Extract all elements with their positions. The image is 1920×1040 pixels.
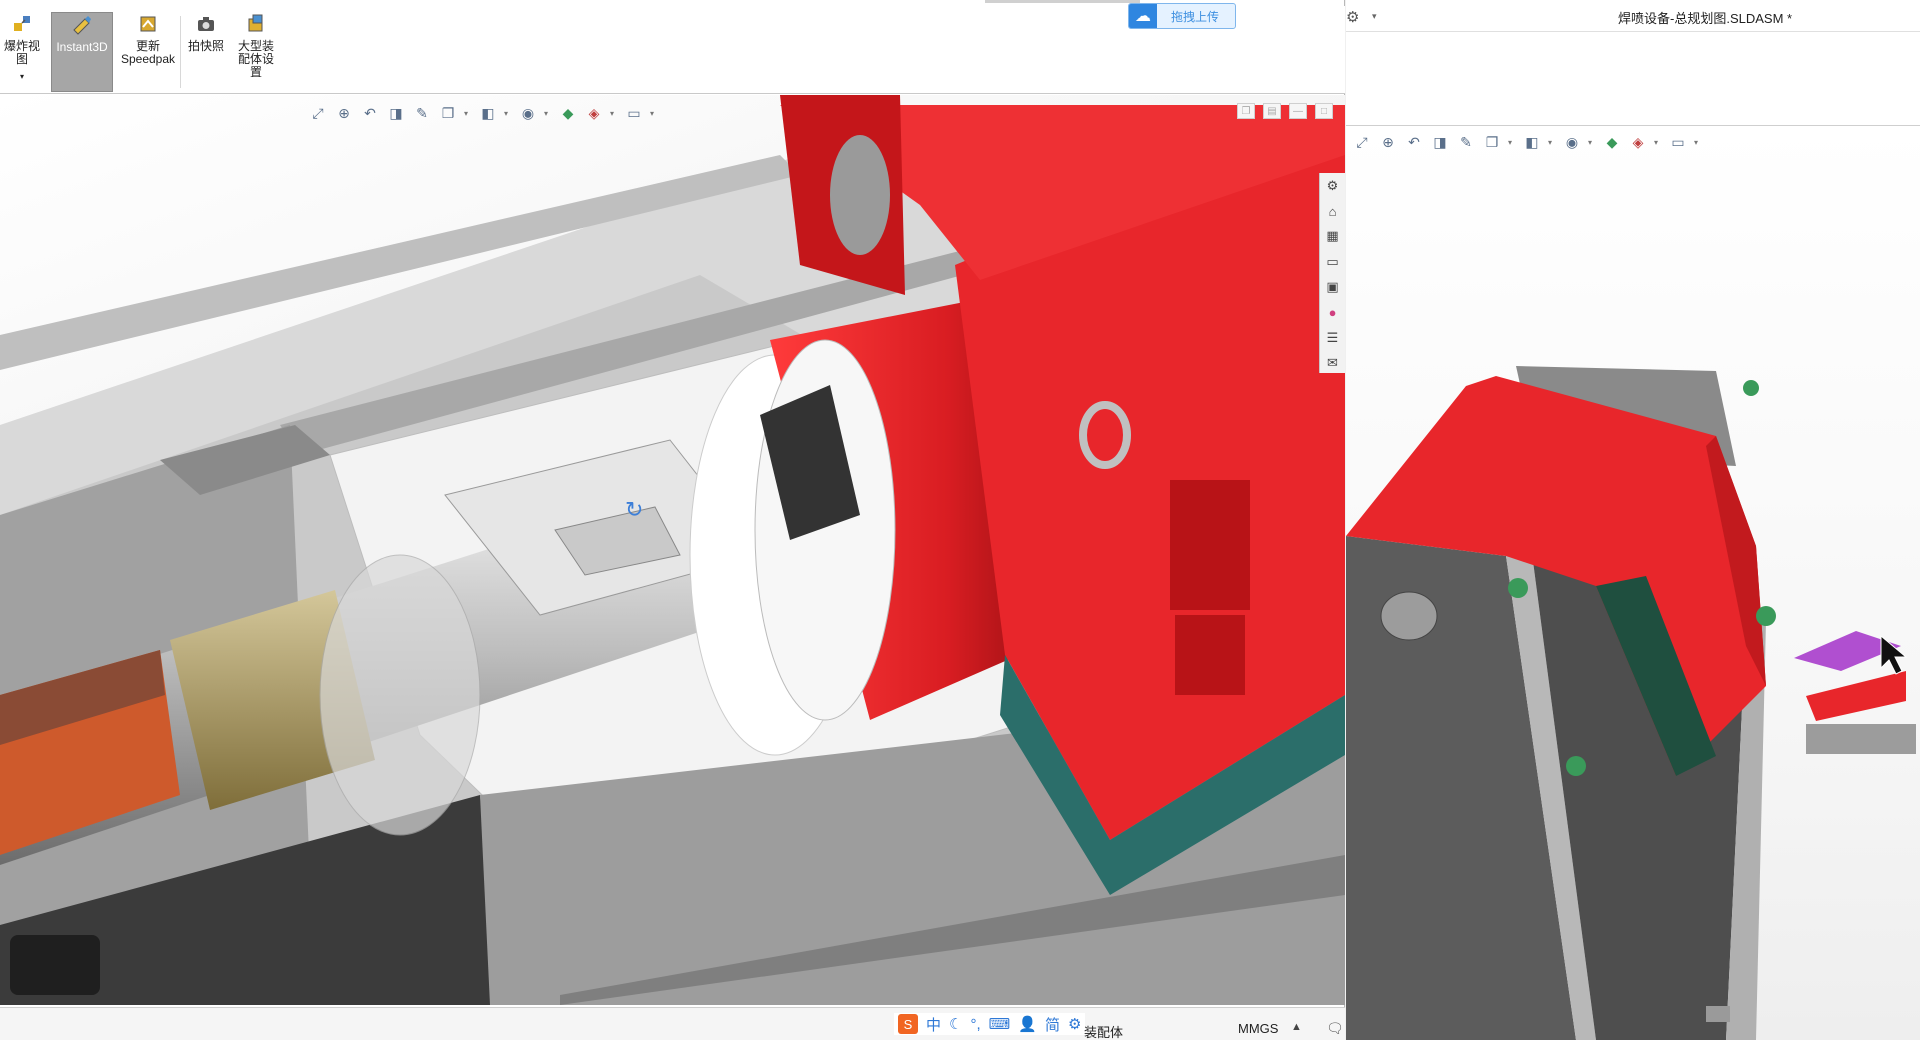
title-bar: ⚙ ▾ 焊喷设备-总规划图.SLDASM * [1346,0,1920,32]
apply-scene-icon[interactable]: ◈ [1628,132,1648,152]
heads-up-view-toolbar-right: ⤢ ⊕ ↶ ◨ ✎ ❐ ▾ ◧ ▾ ◉ ▾ ◆ ◈ ▾ ▭ ▾ [1352,132,1702,152]
drag-upload-button[interactable]: ☁ 拖拽上传 [1128,3,1236,29]
chevron-down-icon[interactable]: ▾ [464,109,472,118]
punctuation-icon[interactable]: °, [970,1016,980,1033]
view-palette-icon[interactable]: ▣ [1323,278,1343,297]
sogou-ime-logo-icon[interactable]: S [898,1014,918,1034]
view-settings-icon[interactable]: ▭ [624,103,644,123]
chevron-down-icon[interactable]: ▾ [504,109,512,118]
view-settings-icon[interactable]: ▭ [1668,132,1688,152]
explode-view-button[interactable]: 爆炸视图 ▾ [2,12,42,92]
section-view-icon[interactable]: ◨ [386,103,406,123]
dynamic-annotation-icon[interactable]: ✎ [1456,132,1476,152]
edit-appearance-icon[interactable]: ◆ [558,103,578,123]
ime-toolbar: S 中 ☾ °, ⌨ 👤 简 ⚙ [894,1013,1086,1035]
dynamic-annotation-icon[interactable]: ✎ [412,103,432,123]
zoom-to-fit-icon[interactable]: ⤢ [308,103,328,123]
ribbon-separator [180,16,181,88]
chevron-down-icon[interactable]: ▾ [1588,138,1596,147]
hide-show-items-icon[interactable]: ◉ [518,103,538,123]
chevron-down-icon[interactable]: ▾ [610,109,618,118]
update-speedpak-label-2: Speedpak [120,52,176,66]
document-title: 焊喷设备-总规划图.SLDASM * [1618,11,1793,26]
gear-icon[interactable]: ⚙ [1346,8,1359,26]
graphics-area-left[interactable]: ↻ ⤢ ⊕ ↶ ◨ ✎ ❐ ▾ ◧ ▾ ◉ ▾ ◆ ◈ ▾ ▭ ▾ ❐ ▤ — … [0,95,1345,1005]
restore-icon[interactable]: ❐ [1237,103,1255,119]
explode-view-icon [10,12,34,36]
keyboard-icon[interactable]: ⌨ [989,1015,1011,1033]
chevron-down-icon[interactable]: ▾ [1694,138,1702,147]
graphics-area-right[interactable]: ⤢ ⊕ ↶ ◨ ✎ ❐ ▾ ◧ ▾ ◉ ▾ ◆ ◈ ▾ ▭ ▾ [1346,126,1920,1040]
ime-simplified-mode[interactable]: 简 [1045,1014,1060,1035]
design-library-icon[interactable]: ▦ [1323,227,1343,246]
assembly-overview-render [1346,366,1916,1040]
help-icon[interactable]: 🗨 [1326,1020,1344,1037]
view-orientation-icon[interactable]: ❐ [438,103,458,123]
speedpak-icon [136,12,160,36]
solidworks-resources-icon[interactable]: ⚙ [1323,176,1343,195]
section-view-icon[interactable]: ◨ [1430,132,1450,152]
document-type-label: 装配体 [1084,1025,1124,1040]
zoom-area-icon[interactable]: ⊕ [334,103,354,123]
command-manager-ribbon-right [1346,32,1920,126]
units-caret-icon[interactable]: ▲ [1291,1021,1302,1033]
update-speedpak-button[interactable]: 更新 Speedpak [119,12,177,92]
tile-icon[interactable]: ▤ [1263,103,1281,119]
units-selector[interactable]: MMGS [1238,1021,1278,1036]
minimize-icon[interactable]: — [1289,103,1307,119]
heads-up-view-toolbar: ⤢ ⊕ ↶ ◨ ✎ ❐ ▾ ◧ ▾ ◉ ▾ ◆ ◈ ▾ ▭ ▾ [308,101,658,125]
assembly-model-render: ↻ [0,95,1345,1005]
view-orientation-icon[interactable]: ❐ [1482,132,1502,152]
ime-chinese-mode[interactable]: 中 [926,1014,941,1035]
large-assembly-label-3: 置 [249,65,262,79]
chevron-down-icon[interactable]: ▾ [544,109,552,118]
edit-appearance-icon[interactable]: ◆ [1602,132,1622,152]
chevron-down-icon[interactable]: ▾ [1548,138,1556,147]
task-pane-tabs: ⚙ ⌂ ▦ ▭ ▣ ● ☰ ✉ [1319,173,1345,373]
large-assembly-icon [244,12,268,36]
instant3d-icon [70,13,94,37]
zoom-area-icon[interactable]: ⊕ [1378,132,1398,152]
display-style-icon[interactable]: ◧ [1522,132,1542,152]
hide-show-items-icon[interactable]: ◉ [1562,132,1582,152]
svg-text:↻: ↻ [625,498,643,523]
chevron-down-icon[interactable]: ▾ [20,70,24,83]
document-window-controls: ❐ ▤ — □ [1237,103,1333,119]
ribbon-top-divider [985,0,1140,3]
instant3d-label: Instant3D [56,40,108,54]
previous-view-icon[interactable]: ↶ [360,103,380,123]
home-icon[interactable]: ⌂ [1323,201,1343,220]
chevron-down-icon[interactable]: ▾ [650,109,658,118]
snapshot-label: 拍快照 [187,39,224,53]
forum-icon[interactable]: ✉ [1323,354,1343,373]
left-cad-window: 爆炸视图 ▾ Instant3D 更新 Speedpak 拍快照 大型装 配体设… [0,0,1345,1040]
custom-properties-icon[interactable]: ☰ [1323,328,1343,347]
appearances-icon[interactable]: ● [1323,303,1343,322]
file-explorer-icon[interactable]: ▭ [1323,252,1343,271]
chevron-down-icon[interactable]: ▾ [1372,11,1377,22]
right-cad-window: ⚙ ▾ 焊喷设备-总规划图.SLDASM * ⤢ ⊕ ↶ ◨ ✎ ❐ ▾ ◧ ▾… [1346,0,1920,1040]
previous-view-icon[interactable]: ↶ [1404,132,1424,152]
zoom-to-fit-icon[interactable]: ⤢ [1352,132,1372,152]
snapshot-button[interactable]: 拍快照 [184,12,228,92]
moon-icon[interactable]: ☾ [949,1015,962,1033]
chevron-down-icon[interactable]: ▾ [1508,138,1516,147]
display-style-icon[interactable]: ◧ [478,103,498,123]
cloud-upload-icon: ☁ [1129,4,1157,28]
chevron-down-icon[interactable]: ▾ [1654,138,1662,147]
maximize-icon[interactable]: □ [1315,103,1333,119]
desktop: 爆炸视图 ▾ Instant3D 更新 Speedpak 拍快照 大型装 配体设… [0,0,1920,1040]
user-icon[interactable]: 👤 [1018,1015,1037,1033]
drag-upload-label: 拖拽上传 [1171,9,1220,24]
status-bar [0,1007,1345,1040]
large-assembly-settings-button[interactable]: 大型装 配体设 置 [232,12,280,92]
explode-view-label: 爆炸视图 [4,39,41,66]
camera-icon [194,12,218,36]
instant3d-button[interactable]: Instant3D [51,12,113,92]
gear-icon[interactable]: ⚙ [1068,1015,1081,1033]
apply-scene-icon[interactable]: ◈ [584,103,604,123]
